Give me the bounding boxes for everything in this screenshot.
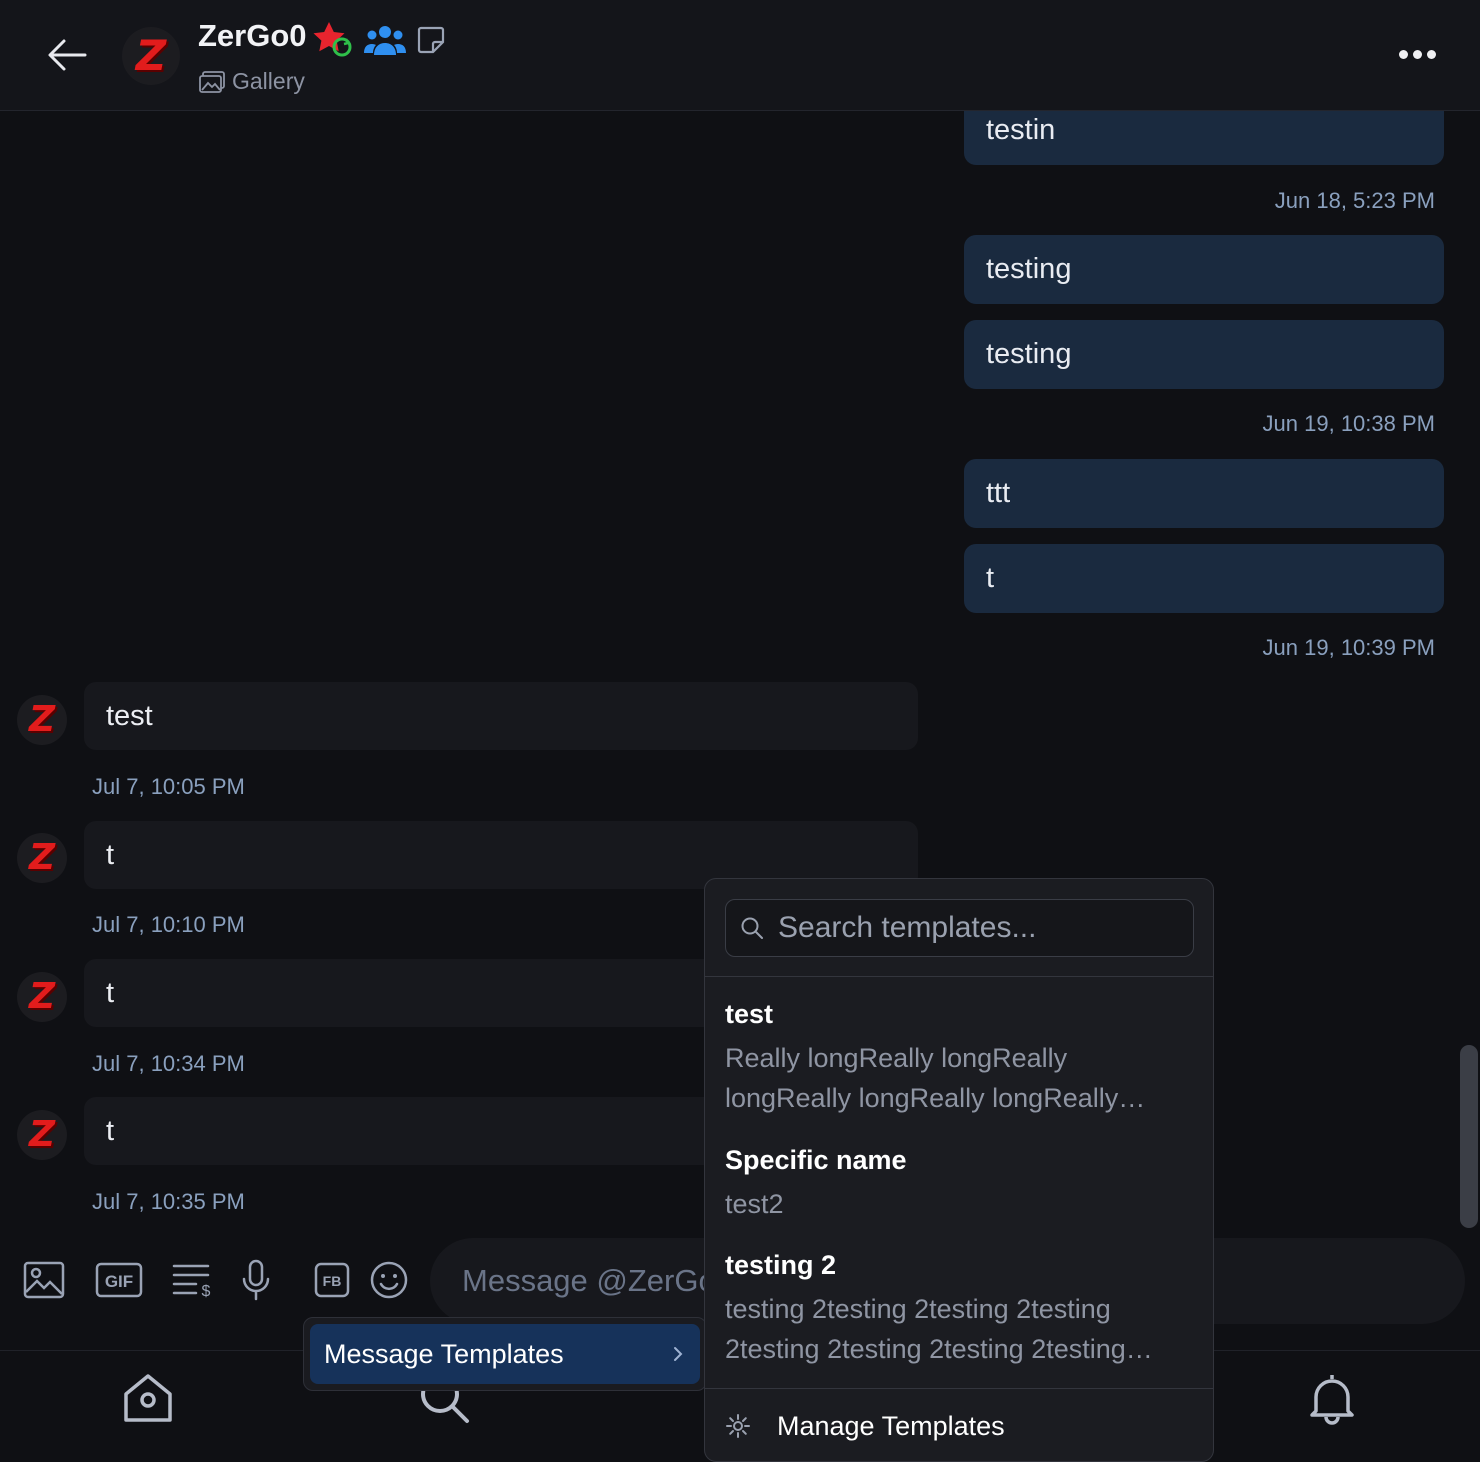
nav-home-button[interactable] xyxy=(116,1366,180,1430)
outgoing-message[interactable]: t xyxy=(964,544,1444,613)
voice-message-button[interactable] xyxy=(232,1256,280,1304)
dot-icon xyxy=(1426,49,1436,59)
message-text: t xyxy=(106,1114,115,1147)
price-message-button[interactable]: $ xyxy=(168,1256,216,1304)
fb-icon: FB xyxy=(314,1262,350,1298)
message-text: ttt xyxy=(986,477,1011,509)
menu-item-label: Message Templates xyxy=(324,1338,564,1369)
microphone-icon xyxy=(242,1259,270,1301)
user-badges xyxy=(312,20,446,60)
back-button[interactable] xyxy=(40,30,94,80)
gif-icon: GIF xyxy=(95,1262,143,1298)
dot-icon xyxy=(1398,49,1408,59)
sender-avatar[interactable]: Z xyxy=(17,972,67,1022)
image-upload-button[interactable] xyxy=(20,1256,68,1304)
template-preview: testing 2testing 2testing 2testing 2test… xyxy=(725,1294,1126,1364)
message-timestamp: Jul 7, 10:35 PM xyxy=(92,1189,245,1214)
svg-text:$: $ xyxy=(202,1283,211,1299)
gif-button[interactable]: GIF xyxy=(95,1256,143,1304)
message-text: testing xyxy=(986,338,1072,370)
menu-item-message-templates[interactable]: Message Templates xyxy=(310,1324,700,1384)
more-options-button[interactable] xyxy=(1390,36,1444,72)
sender-avatar[interactable]: Z xyxy=(17,1110,67,1160)
message-text: testing xyxy=(986,253,1072,285)
message-text: t xyxy=(986,562,995,594)
template-item[interactable]: test Really longReally longReally longRe… xyxy=(705,996,1213,1118)
message-timestamp: Jul 7, 10:05 PM xyxy=(92,774,245,799)
emoji-icon xyxy=(370,1261,408,1299)
avatar-letter: Z xyxy=(28,837,56,878)
outgoing-message[interactable]: testing xyxy=(964,235,1444,304)
message-text: test xyxy=(106,699,153,732)
chevron-right-icon xyxy=(674,1347,683,1361)
gallery-label: Gallery xyxy=(232,68,305,94)
composer-menu: Message Templates xyxy=(303,1317,707,1391)
nav-notifications-button[interactable] xyxy=(1300,1366,1364,1430)
outgoing-message[interactable]: ttt xyxy=(964,459,1444,528)
fb-button[interactable]: FB xyxy=(308,1256,356,1304)
template-item[interactable]: Specific name test2 xyxy=(705,1142,1213,1224)
template-preview: test2 xyxy=(725,1189,784,1219)
avatar-letter: Z xyxy=(28,976,56,1017)
message-timestamp: Jul 7, 10:10 PM xyxy=(92,912,245,937)
image-icon xyxy=(23,1261,65,1299)
user-name[interactable]: ZerGo0 xyxy=(198,18,307,54)
scrollbar[interactable] xyxy=(1460,1045,1478,1228)
avatar-letter: Z xyxy=(135,31,167,80)
emoji-button[interactable] xyxy=(365,1256,413,1304)
templates-popover: test Really longReally longReally longRe… xyxy=(704,878,1214,1462)
avatar-letter: Z xyxy=(28,699,56,740)
message-timestamp: Jun 18, 5:23 PM xyxy=(1274,188,1435,213)
arrow-left-icon xyxy=(48,39,87,71)
users-icon xyxy=(364,26,406,55)
template-name: testing 2 xyxy=(725,1250,837,1280)
home-icon xyxy=(124,1374,172,1422)
star-refresh-icon xyxy=(313,22,352,57)
message-input-text: Message @ZerGo0 xyxy=(462,1263,733,1298)
bell-icon xyxy=(1310,1375,1354,1425)
template-name: test xyxy=(725,999,774,1029)
manage-templates-button[interactable]: Manage Templates xyxy=(705,1391,1213,1461)
outgoing-message[interactable]: testing xyxy=(964,320,1444,389)
incoming-message[interactable]: test xyxy=(84,682,918,750)
sender-avatar[interactable]: Z xyxy=(17,833,67,883)
message-timestamp: Jul 7, 10:34 PM xyxy=(92,1051,245,1076)
message-timestamp: Jun 19, 10:39 PM xyxy=(1262,635,1435,660)
template-name: Specific name xyxy=(725,1145,907,1175)
chat-header: Z ZerGo0 Gallery xyxy=(0,0,1480,111)
divider xyxy=(705,976,1213,977)
template-preview: Really longReally longReally longReally … xyxy=(725,1043,1119,1113)
gallery-link[interactable]: Gallery xyxy=(198,68,305,95)
sender-avatar[interactable]: Z xyxy=(17,695,67,745)
note-icon xyxy=(417,26,445,54)
manage-templates-label: Manage Templates xyxy=(777,1410,1005,1441)
template-search-input[interactable] xyxy=(778,911,1178,945)
avatar[interactable]: Z xyxy=(122,27,180,85)
dot-icon xyxy=(1412,49,1422,59)
gallery-icon xyxy=(199,70,225,93)
fb-label: FB xyxy=(323,1273,342,1289)
template-item[interactable]: testing 2 testing 2testing 2testing 2tes… xyxy=(705,1247,1213,1369)
search-icon xyxy=(741,917,763,939)
message-text: t xyxy=(106,976,115,1009)
message-text: testin xyxy=(986,114,1056,146)
template-search-box[interactable] xyxy=(725,899,1194,957)
divider xyxy=(705,1388,1213,1389)
list-dollar-icon: $ xyxy=(172,1264,211,1299)
message-text: t xyxy=(106,838,115,871)
gear-icon xyxy=(726,1414,750,1438)
gif-label: GIF xyxy=(105,1272,133,1291)
avatar-letter: Z xyxy=(28,1114,56,1155)
message-timestamp: Jun 19, 10:38 PM xyxy=(1262,411,1435,436)
